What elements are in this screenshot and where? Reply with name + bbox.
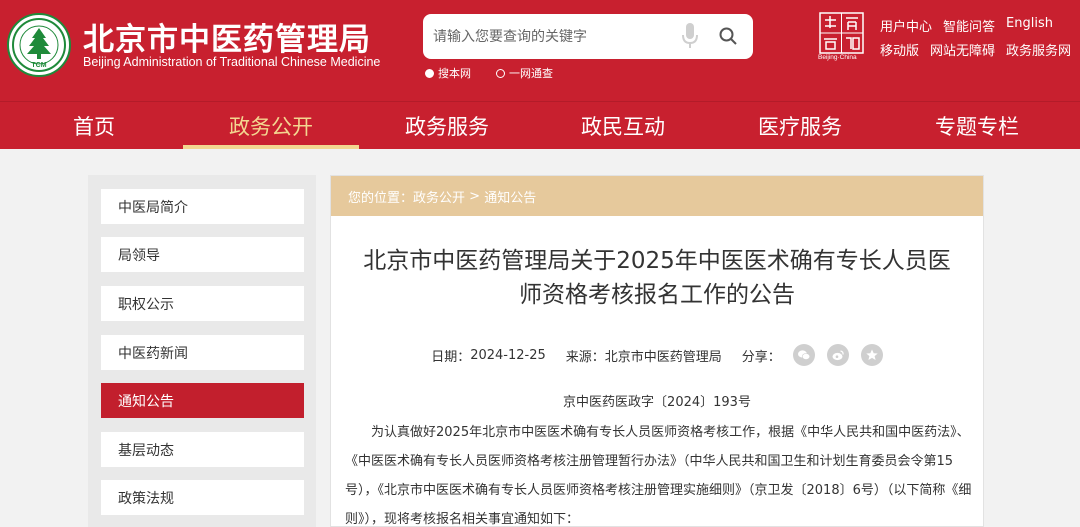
sidebar: 中医局简介 局领导 职权公示 中医药新闻 通知公告 基层动态 政策法规 <box>88 175 316 527</box>
search-icon[interactable] <box>718 26 738 46</box>
article-meta: 日期： 2024-12-25 来源： 北京市中医药管理局 分享： <box>331 344 983 366</box>
scope-site-option[interactable]: 搜本网 <box>425 65 471 81</box>
source-label: 来源： <box>565 349 605 365</box>
nav-medical-service[interactable]: 医疗服务 <box>725 102 875 150</box>
sidebar-item-leaders[interactable]: 局领导 <box>101 237 304 272</box>
sidebar-item-policies[interactable]: 政策法规 <box>101 480 304 515</box>
weibo-share-icon[interactable] <box>826 344 849 366</box>
microphone-icon[interactable] <box>681 22 699 50</box>
breadcrumb-notices[interactable]: 通知公告 <box>484 187 536 206</box>
site-subtitle: Beijing Administration of Traditional Ch… <box>83 55 381 69</box>
svg-text:TCM: TCM <box>31 62 46 69</box>
nav-special-topics[interactable]: 专题专栏 <box>902 102 1052 150</box>
english-link[interactable]: English <box>1006 16 1053 35</box>
top-links-row1: 用户中心 智能问答 English <box>880 16 1053 35</box>
share-label: 分享： <box>741 349 781 365</box>
sidebar-item-intro[interactable]: 中医局简介 <box>101 189 304 224</box>
gov-service-link[interactable]: 政务服务网 <box>1006 40 1071 59</box>
sidebar-item-notices[interactable]: 通知公告 <box>101 383 304 418</box>
scope-site-label: 搜本网 <box>438 67 471 80</box>
article-title-line2: 师资格考核报名工作的公告 <box>519 282 795 308</box>
article-panel: 您的位置： 政务公开 > 通知公告 北京市中医药管理局关于2025年中医医术确有… <box>330 175 984 527</box>
smart-qa-link[interactable]: 智能问答 <box>943 16 995 35</box>
search-input[interactable] <box>423 28 663 45</box>
sidebar-item-powers[interactable]: 职权公示 <box>101 286 304 321</box>
article-title: 北京市中医药管理局关于2025年中医医术确有专长人员医 师资格考核报名工作的公告 <box>331 244 983 312</box>
nav-gov-affairs[interactable]: 政务公开 <box>183 102 359 150</box>
nav-active-indicator <box>183 145 359 149</box>
wechat-share-icon[interactable] <box>792 344 815 366</box>
top-links-row2: 移动版 网站无障碍 政务服务网 <box>880 40 1071 59</box>
radio-selected-icon <box>425 68 434 78</box>
breadcrumb: 您的位置： 政务公开 > 通知公告 <box>331 176 983 216</box>
article-body: 为认真做好2025年北京市中医医术确有专长人员医师资格考核工作，根据《中华人民共… <box>345 425 972 527</box>
source-value: 北京市中医药管理局 <box>604 349 722 365</box>
date-value: 2024-12-25 <box>470 347 546 363</box>
document-number: 京中医药医政字〔2024〕193号 <box>563 395 751 410</box>
nav-gov-service[interactable]: 政务服务 <box>372 102 522 150</box>
breadcrumb-prefix: 您的位置： <box>348 190 414 206</box>
sidebar-item-news[interactable]: 中医药新闻 <box>101 335 304 370</box>
breadcrumb-separator: > <box>465 188 485 204</box>
article-title-line1: 北京市中医药管理局关于2025年中医医术确有专长人员医 <box>363 248 951 274</box>
nav-home[interactable]: 首页 <box>20 102 168 150</box>
search-box <box>423 14 753 59</box>
breadcrumb-gov-affairs[interactable]: 政务公开 <box>413 187 465 206</box>
qzone-share-icon[interactable] <box>860 344 883 366</box>
accessibility-link[interactable]: 网站无障碍 <box>930 40 995 59</box>
scope-all-label: 一网通查 <box>509 67 553 80</box>
mobile-version-link[interactable]: 移动版 <box>880 40 919 59</box>
sidebar-item-grassroots[interactable]: 基层动态 <box>101 432 304 467</box>
user-center-link[interactable]: 用户中心 <box>880 16 932 35</box>
main-nav: 首页 政务公开 政务服务 政民互动 医疗服务 专题专栏 <box>0 101 1080 149</box>
scope-all-option[interactable]: 一网通查 <box>496 65 553 81</box>
tcm-emblem-icon: TCM <box>12 18 66 72</box>
site-title[interactable]: 北京市中医药管理局 <box>83 14 371 59</box>
tcm-logo[interactable]: TCM <box>7 13 71 77</box>
beijing-logo-label: Beijing·China <box>818 54 857 61</box>
nav-interaction[interactable]: 政民互动 <box>548 102 698 150</box>
radio-unselected-icon <box>496 68 505 78</box>
date-label: 日期： <box>431 349 471 365</box>
